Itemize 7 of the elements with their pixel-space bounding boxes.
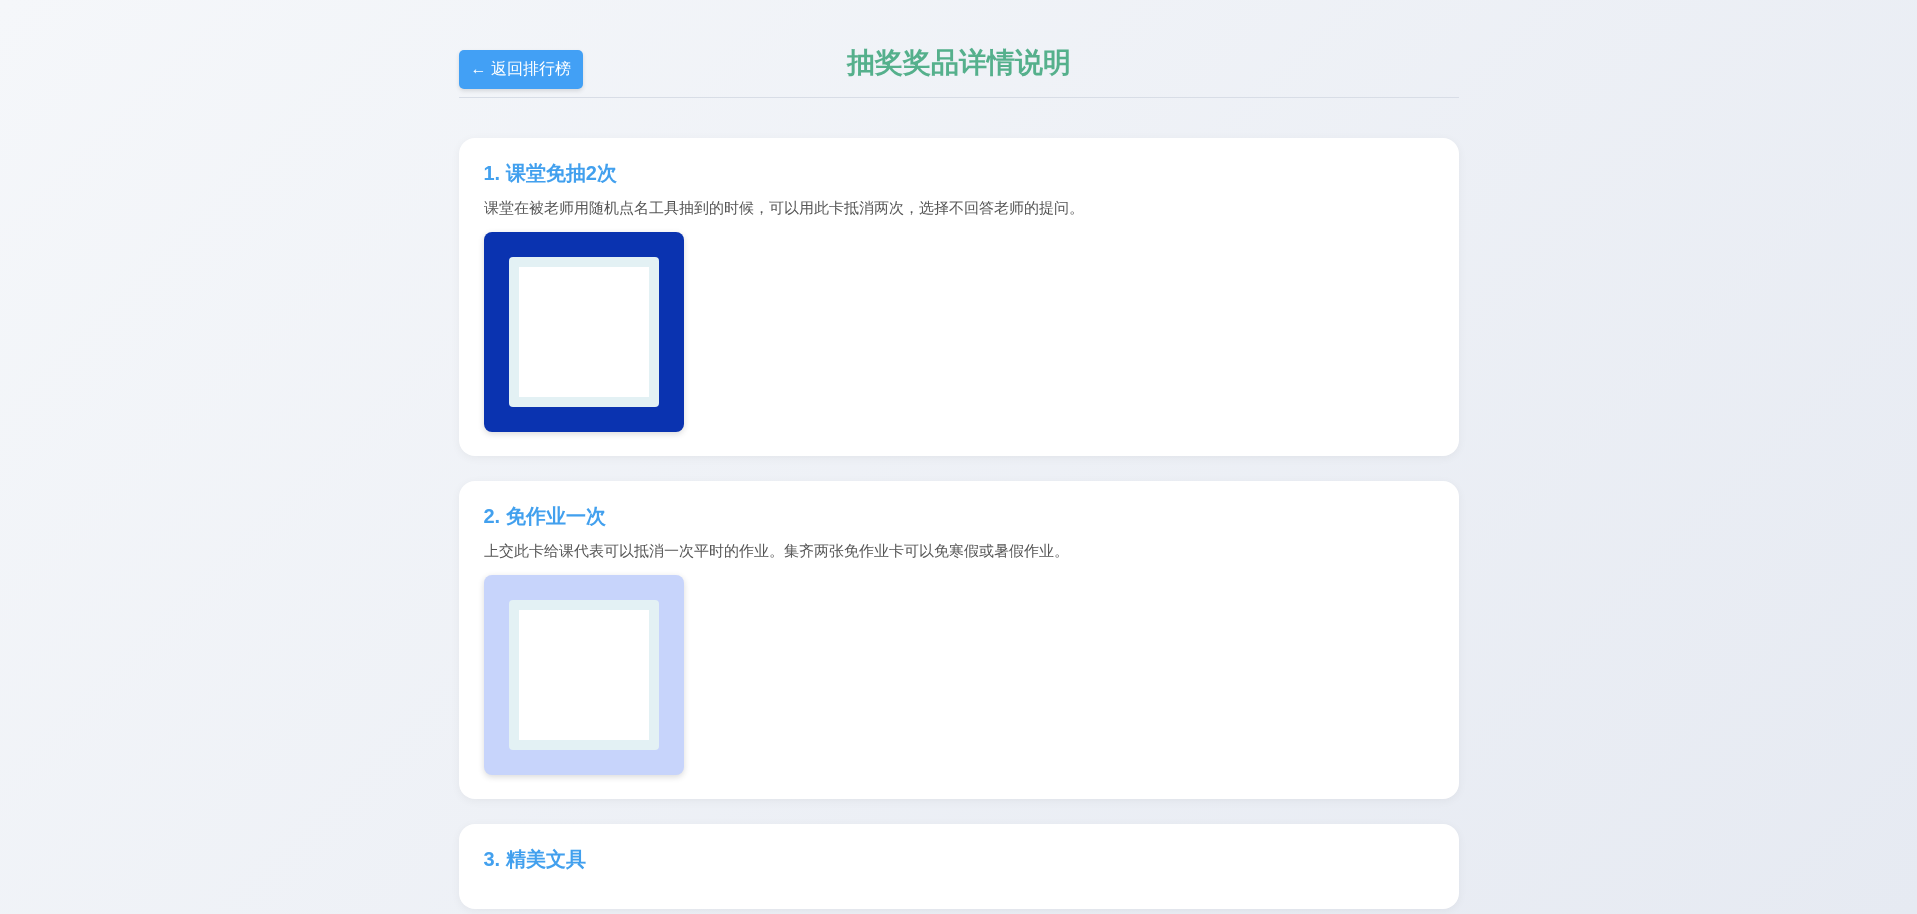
prize-title: 1. 课堂免抽2次	[483, 161, 618, 186]
back-button[interactable]: ← 返回排行榜	[458, 50, 583, 89]
page-title: 抽奖奖品详情说明	[846, 46, 1071, 80]
prize-description: 课堂在被老师用随机点名工具抽到的时候，可以用此卡抵消两次，选择不回答老师的提问。	[483, 199, 1085, 218]
prize-title: 2. 免作业一次	[483, 504, 607, 529]
prize-title: 3. 精美文具	[483, 847, 587, 872]
prize-description: 上交此卡给课代表可以抵消一次平时的作业。集齐两张免作业卡可以免寒假或暑假作业。	[483, 542, 1070, 561]
